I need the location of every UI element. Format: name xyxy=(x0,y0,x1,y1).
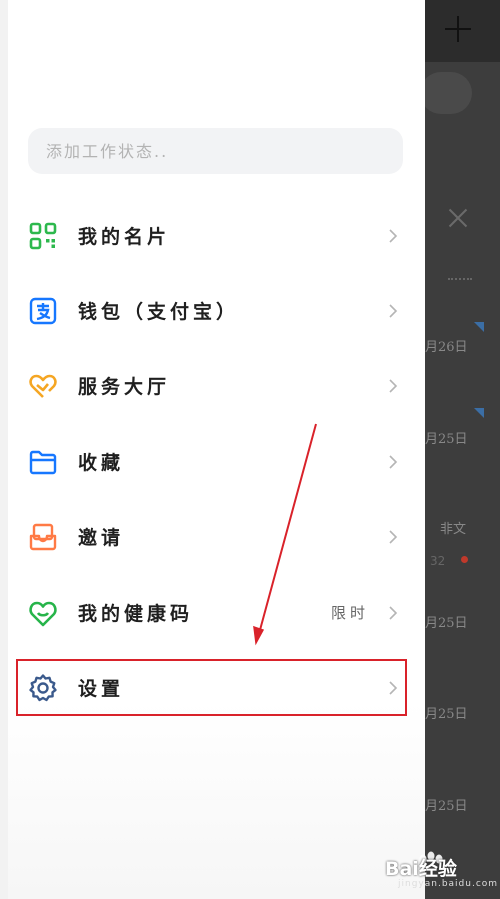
watermark-url: jingyan.baidu.com xyxy=(398,879,499,889)
menu-item-label: 我的名片 xyxy=(78,226,171,248)
menu-item-label: 服务大厅 xyxy=(78,376,171,398)
more-dots-icon xyxy=(448,278,472,280)
close-icon xyxy=(448,208,468,228)
list-contact-fragment: 非文 xyxy=(440,522,467,537)
chevron-right-icon xyxy=(385,303,401,319)
invite-box-icon xyxy=(28,522,58,552)
plus-icon xyxy=(445,16,471,42)
list-date: 月25日 xyxy=(425,799,468,814)
menu-item-label: 收藏 xyxy=(78,452,125,474)
qr-code-icon xyxy=(28,221,58,251)
folder-icon xyxy=(28,447,58,477)
menu-item-business-card[interactable]: 我的名片 xyxy=(8,206,425,266)
dimmed-background[interactable] xyxy=(425,0,500,899)
list-date: 月25日 xyxy=(425,432,468,447)
limited-time-badge: 限时 xyxy=(331,604,370,622)
menu-item-health-code[interactable]: 我的健康码 限时 xyxy=(8,583,425,643)
chevron-right-icon xyxy=(385,228,401,244)
list-number-fragment: 32 xyxy=(430,554,446,568)
list-date: 月25日 xyxy=(425,616,468,631)
chevron-right-icon xyxy=(385,378,401,394)
work-status-input[interactable] xyxy=(28,128,403,174)
menu-item-label: 我的健康码 xyxy=(78,603,194,625)
left-edge-strip xyxy=(0,0,8,899)
settings-highlight-box xyxy=(16,659,407,716)
list-date: 月26日 xyxy=(425,340,468,355)
alipay-icon xyxy=(28,296,58,326)
menu-item-label: 邀请 xyxy=(78,527,125,549)
dimmed-search-pill xyxy=(420,72,472,114)
unread-dot xyxy=(461,556,468,563)
menu-item-service-hall[interactable]: 服务大厅 xyxy=(8,356,425,416)
heart-shield-icon xyxy=(28,598,58,628)
list-date: 月25日 xyxy=(425,707,468,722)
chevron-right-icon xyxy=(385,529,401,545)
menu-item-wallet[interactable]: 钱包（支付宝） xyxy=(8,281,425,341)
heart-hand-icon xyxy=(28,371,58,401)
watermark-brand: Bai经验 xyxy=(385,858,457,880)
menu-item-label: 钱包（支付宝） xyxy=(78,301,240,323)
menu-item-favorites[interactable]: 收藏 xyxy=(8,432,425,492)
menu-item-invite[interactable]: 邀请 xyxy=(8,507,425,567)
chevron-right-icon xyxy=(385,605,401,621)
flag-icon xyxy=(474,322,484,332)
chevron-right-icon xyxy=(385,454,401,470)
flag-icon xyxy=(474,408,484,418)
